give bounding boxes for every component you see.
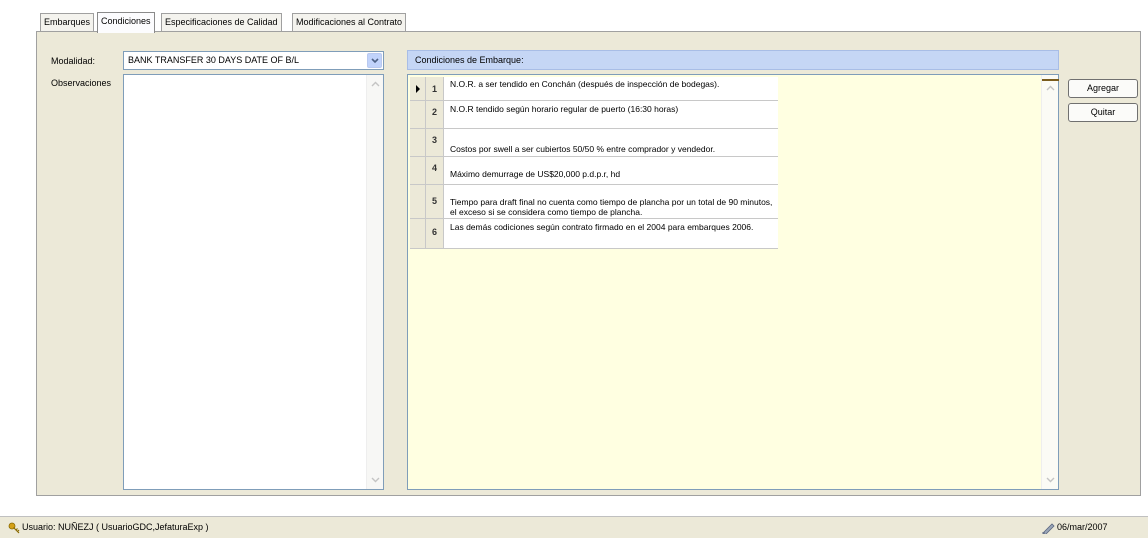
grid-row[interactable]: 6 Las demás codiciones según contrato fi… — [410, 219, 778, 249]
scroll-down-icon[interactable] — [1043, 472, 1058, 487]
scroll-up-icon[interactable] — [368, 77, 383, 92]
user-keys-icon — [8, 522, 20, 534]
condiciones-grid[interactable]: 1 N.O.R. a ser tendido en Conchán (despu… — [407, 74, 1059, 490]
status-user: Usuario: NUÑEZJ ( UsuarioGDC,JefaturaExp… — [22, 522, 209, 532]
modalidad-value: BANK TRANSFER 30 DAYS DATE OF B/L — [128, 55, 300, 65]
grid-row[interactable]: 3 Costos por swell a ser cubiertos 50/50… — [410, 129, 778, 157]
observaciones-field[interactable] — [123, 74, 384, 490]
row-header[interactable] — [410, 101, 426, 128]
row-header[interactable] — [410, 219, 426, 248]
row-text: N.O.R. a ser tendido en Conchán (después… — [450, 79, 720, 89]
scroll-up-icon[interactable] — [1043, 81, 1058, 96]
chevron-down-icon — [371, 58, 379, 64]
row-number: 6 — [426, 219, 444, 248]
row-text: Las demás codiciones según contrato firm… — [450, 222, 754, 232]
row-number: 5 — [426, 185, 444, 218]
observaciones-scrollbar[interactable] — [366, 75, 383, 489]
grid-row[interactable]: 5 Tiempo para draft final no cuenta como… — [410, 185, 778, 219]
modalidad-label: Modalidad: — [51, 56, 96, 66]
row-number: 3 — [426, 129, 444, 156]
row-number: 2 — [426, 101, 444, 128]
grid-row[interactable]: 1 N.O.R. a ser tendido en Conchán (despu… — [410, 77, 778, 101]
modalidad-select[interactable]: BANK TRANSFER 30 DAYS DATE OF B/L — [123, 51, 384, 70]
current-row-icon — [416, 85, 420, 93]
row-number: 4 — [426, 157, 444, 184]
dropdown-button[interactable] — [367, 53, 382, 68]
row-header[interactable] — [410, 129, 426, 156]
observaciones-label: Observaciones — [51, 78, 112, 88]
row-header[interactable] — [410, 157, 426, 184]
pen-icon — [1042, 523, 1055, 534]
tab-embarques[interactable]: Embarques — [40, 13, 95, 32]
tab-modificaciones-contrato[interactable]: Modificaciones al Contrato — [292, 13, 407, 32]
row-text: Máximo demurrage de US$20,000 p.d.p.r, h… — [450, 169, 621, 179]
status-bar: Usuario: NUÑEZJ ( UsuarioGDC,JefaturaExp… — [0, 516, 1148, 538]
agregar-button[interactable]: Agregar — [1068, 79, 1138, 98]
row-number: 1 — [426, 77, 444, 100]
grid-scrollbar[interactable] — [1041, 75, 1058, 489]
row-text: Tiempo para draft final no cuenta como t… — [450, 197, 773, 217]
grid-corner-marker — [1042, 79, 1059, 81]
condiciones-header: Condiciones de Embarque: — [407, 50, 1059, 70]
status-date: 06/mar/2007 — [1057, 522, 1108, 532]
scroll-down-icon[interactable] — [368, 472, 383, 487]
grid-row[interactable]: 4 Máximo demurrage de US$20,000 p.d.p.r,… — [410, 157, 778, 185]
quitar-button[interactable]: Quitar — [1068, 103, 1138, 122]
row-header[interactable] — [410, 185, 426, 218]
tab-especificaciones-calidad[interactable]: Especificaciones de Calidad — [161, 13, 282, 32]
row-text: Costos por swell a ser cubiertos 50/50 %… — [450, 144, 716, 154]
grid-row[interactable]: 2 N.O.R tendido según horario regular de… — [410, 101, 778, 129]
row-header[interactable] — [410, 77, 426, 100]
tab-condiciones[interactable]: Condiciones — [97, 12, 155, 33]
row-text: N.O.R tendido según horario regular de p… — [450, 104, 679, 114]
